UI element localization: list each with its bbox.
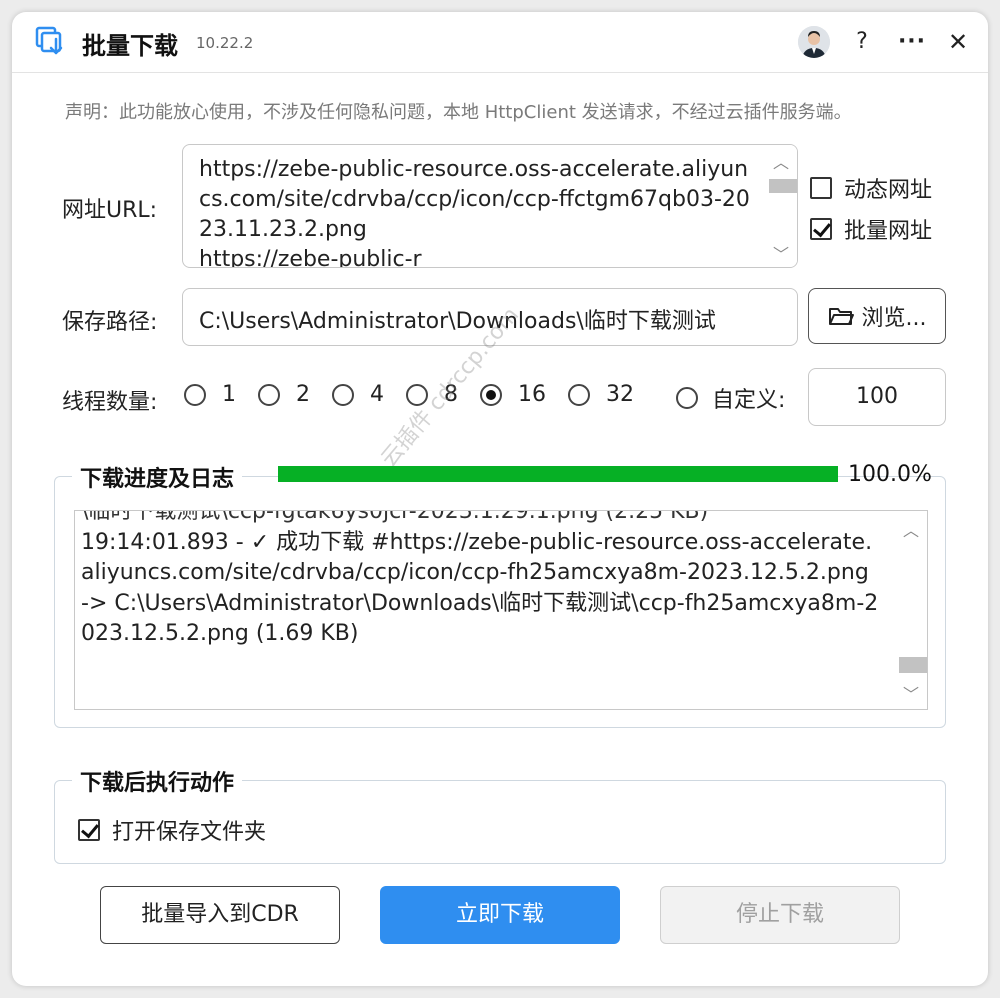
user-avatar[interactable] xyxy=(798,26,830,58)
custom-label: 自定义: xyxy=(712,388,786,413)
batch-download-app-icon xyxy=(35,26,63,55)
close-button[interactable]: ✕ xyxy=(940,24,976,60)
title-bar: 批量下载 10.22.2 ? ··· ✕ xyxy=(12,12,988,73)
help-button[interactable]: ? xyxy=(844,24,880,60)
url-scroll-thumb[interactable] xyxy=(769,179,797,193)
batch-url-label: 批量网址 xyxy=(844,219,933,244)
progress-percent: 100.0% xyxy=(848,462,932,487)
radio-label: 16 xyxy=(518,382,546,407)
thread-radio-8[interactable]: 8 xyxy=(406,382,458,407)
radio-dot[interactable] xyxy=(676,387,698,409)
thread-radio-4[interactable]: 4 xyxy=(332,382,384,407)
open-folder-checkbox[interactable]: 打开保存文件夹 xyxy=(78,814,266,846)
scroll-up-icon[interactable]: ︿ xyxy=(895,517,927,541)
url-value: https://zebe-public-resource.oss-acceler… xyxy=(199,157,750,242)
log-scrollbar[interactable]: ︿ ﹀ xyxy=(895,511,927,709)
log-textarea[interactable]: \临时下载测试\ccp-fgtak6ys0jcr-2023.1.29.1.png… xyxy=(74,510,928,710)
radio-dot[interactable] xyxy=(332,383,354,406)
app-title: 批量下载 xyxy=(82,32,178,60)
log-entry: 19:14:01.893 - ✓ 成功下载 #https://zebe-publ… xyxy=(81,529,879,647)
radio-label: 4 xyxy=(370,382,384,407)
custom-thread-input[interactable]: 100 xyxy=(808,368,946,426)
thread-radio-32[interactable]: 32 xyxy=(568,382,634,407)
more-options-button[interactable]: ··· xyxy=(894,24,930,60)
radio-dot[interactable] xyxy=(184,383,206,406)
batch-url-check-box[interactable] xyxy=(810,218,832,240)
radio-dot[interactable] xyxy=(568,383,590,406)
thread-radio-2[interactable]: 2 xyxy=(258,382,310,407)
log-scroll-thumb[interactable] xyxy=(899,657,927,673)
dynamic-url-check-box[interactable] xyxy=(810,177,832,199)
open-folder-check-box[interactable] xyxy=(78,819,100,841)
progress-log-title: 下载进度及日志 xyxy=(72,461,243,493)
url-scrollbar[interactable]: ︿ ﹀ xyxy=(765,145,797,267)
radio-dot[interactable] xyxy=(258,383,280,406)
post-action-title: 下载后执行动作 xyxy=(72,765,243,797)
url-textarea[interactable]: https://zebe-public-resource.oss-acceler… xyxy=(182,144,798,268)
url-label: 网址URL: xyxy=(62,198,158,223)
start-download-button[interactable]: 立即下载 xyxy=(380,886,620,944)
radio-dot-selected[interactable] xyxy=(480,383,502,406)
browse-button[interactable]: 浏览... xyxy=(808,288,946,344)
scroll-down-icon[interactable]: ﹀ xyxy=(765,241,797,265)
radio-label: 1 xyxy=(222,382,236,407)
radio-dot[interactable] xyxy=(406,383,428,406)
thread-radio-custom[interactable]: 自定义: xyxy=(676,382,785,414)
open-folder-label: 打开保存文件夹 xyxy=(112,820,267,845)
dynamic-url-label: 动态网址 xyxy=(844,178,933,203)
scroll-down-icon[interactable]: ﹀ xyxy=(895,681,927,705)
batch-url-checkbox[interactable]: 批量网址 xyxy=(810,213,932,245)
avatar-person-icon xyxy=(798,26,830,58)
radio-label: 32 xyxy=(606,382,634,407)
scroll-up-icon[interactable]: ︿ xyxy=(765,149,797,173)
thread-radio-16[interactable]: 16 xyxy=(480,382,546,407)
progress-fill xyxy=(278,466,838,482)
save-path-input[interactable]: C:\Users\Administrator\Downloads\临时下载测试 xyxy=(182,288,798,346)
log-text: \临时下载测试\ccp-fgtak6ys0jcr-2023.1.29.1.png… xyxy=(81,510,881,650)
browse-label: 浏览... xyxy=(861,306,927,331)
disclaimer-text: 声明：此功能放心使用，不涉及任何隐私问题，本地 HttpClient 发送请求，… xyxy=(65,102,852,123)
radio-label: 2 xyxy=(296,382,310,407)
url-next-line: https://zebe-public-r xyxy=(199,247,422,268)
stop-download-button[interactable]: 停止下载 xyxy=(660,886,900,944)
thread-radio-1[interactable]: 1 xyxy=(184,382,236,407)
log-partial-line: \临时下载测试\ccp-fgtak6ys0jcr-2023.1.29.1.png… xyxy=(81,510,709,524)
batch-download-window: 批量下载 10.22.2 ? ··· ✕ 声明：此功能放心使用，不涉及任何隐私问… xyxy=(12,12,988,986)
radio-label: 8 xyxy=(444,382,458,407)
download-progress-bar xyxy=(278,466,838,482)
url-text: https://zebe-public-resource.oss-acceler… xyxy=(199,155,759,268)
import-to-cdr-button[interactable]: 批量导入到CDR xyxy=(100,886,340,944)
save-path-label: 保存路径: xyxy=(62,310,158,335)
folder-icon xyxy=(828,308,854,325)
save-path-value: C:\Users\Administrator\Downloads\临时下载测试 xyxy=(199,309,716,334)
thread-count-label: 线程数量: xyxy=(62,390,158,415)
thread-count-radio-group: 1 2 4 8 16 32 xyxy=(184,382,656,407)
dynamic-url-checkbox[interactable]: 动态网址 xyxy=(810,172,932,204)
app-version: 10.22.2 xyxy=(196,34,254,52)
